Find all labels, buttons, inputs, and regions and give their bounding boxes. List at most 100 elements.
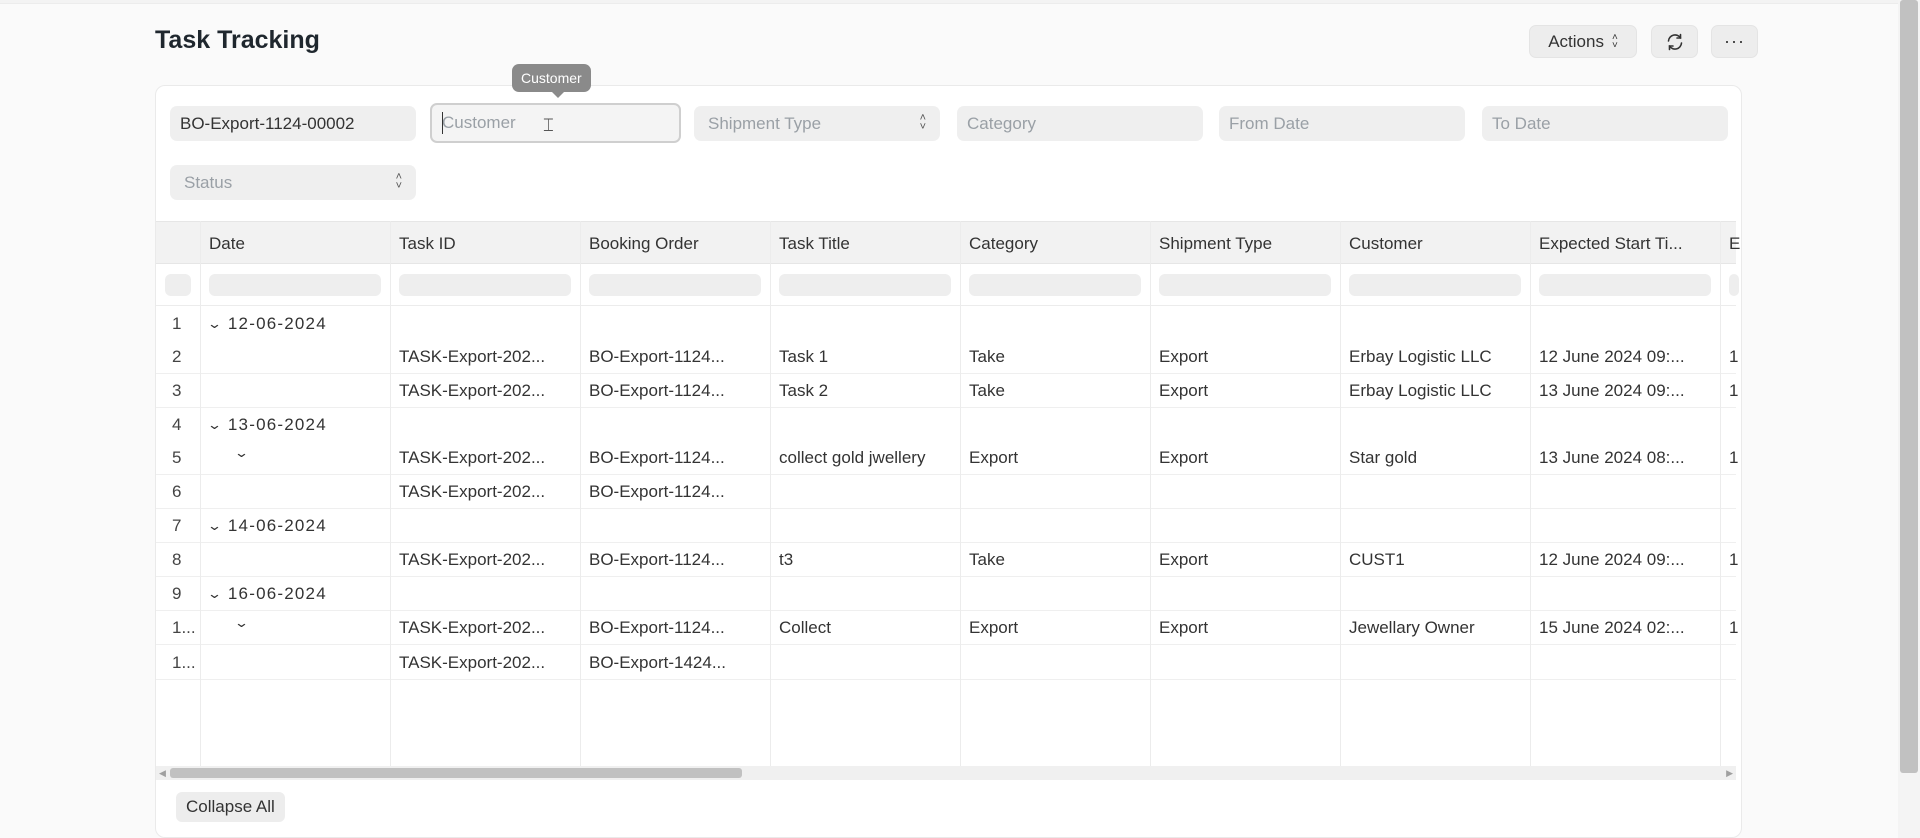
column-header-customer[interactable]: Customer	[1340, 222, 1530, 265]
cell-task-title	[770, 307, 960, 341]
customer-filter-input[interactable]: Customer	[430, 103, 681, 143]
cell-date	[200, 374, 390, 408]
column-header-booking-order[interactable]: Booking Order	[580, 222, 770, 265]
column-filter-date[interactable]	[209, 274, 381, 296]
chevron-down-icon[interactable]: ⌄	[207, 417, 222, 433]
table-row[interactable]: 2 TASK-Export-202... BO-Export-1124... Task…	[156, 340, 1738, 374]
column-header-date[interactable]: Date	[200, 222, 390, 265]
horizontal-scrollbar[interactable]: ◀ ▶	[156, 766, 1736, 780]
cell-expected-start	[1530, 577, 1720, 611]
booking-order-filter[interactable]: BO-Export-1124-00002	[170, 106, 416, 141]
cell-task-id: TASK-Export-202...	[399, 550, 546, 569]
group-row[interactable]: 1 ⌄ 12-06-2024	[156, 307, 1736, 341]
cell-customer	[1340, 577, 1530, 611]
status-select[interactable]: Status ˄ ˅	[170, 165, 416, 200]
column-header-expected-start[interactable]: Expected Start Ti...	[1530, 222, 1720, 265]
row-number: 1...	[172, 653, 196, 672]
cell-booking-order: BO-Export-1124...	[589, 618, 725, 637]
refresh-button[interactable]	[1651, 25, 1698, 58]
scroll-right-icon[interactable]: ▶	[1726, 766, 1733, 780]
refresh-icon	[1667, 33, 1682, 50]
cell-expected-start	[1530, 307, 1720, 341]
column-filter-customer[interactable]	[1349, 274, 1521, 296]
column-divider	[1340, 221, 1341, 766]
column-filter-booking-order[interactable]	[589, 274, 761, 296]
group-row[interactable]: 9 ⌄ 16-06-2024	[156, 577, 1736, 611]
page-title: Task Tracking	[155, 26, 320, 54]
cell-date	[200, 475, 390, 509]
column-header-truncated[interactable]: E	[1720, 222, 1740, 265]
column-divider	[770, 221, 771, 766]
row-number: 5	[172, 448, 182, 467]
cell-shipment-type	[1150, 307, 1340, 341]
row-number: 3	[172, 381, 182, 400]
column-header-task-id[interactable]: Task ID	[390, 222, 580, 265]
cell-category	[960, 475, 1150, 509]
page-vertical-scrollbar[interactable]	[1898, 0, 1920, 838]
cell-task-id: TASK-Export-202...	[399, 381, 546, 400]
chevron-down-icon[interactable]: ⌄	[234, 615, 249, 631]
from-date-filter[interactable]: From Date	[1219, 106, 1465, 141]
chevron-down-icon[interactable]: ⌄	[234, 445, 249, 461]
cell-truncated	[1720, 475, 1740, 509]
cell-booking-order	[580, 408, 770, 442]
column-filter-task-title[interactable]	[779, 274, 951, 296]
column-header-category[interactable]: Category	[960, 222, 1150, 265]
cell-task-id	[390, 408, 580, 442]
column-filter-row	[156, 265, 1739, 306]
cell-shipment-type: Export	[1159, 448, 1209, 467]
cell-category: Take	[969, 550, 1005, 569]
column-filter-truncated[interactable]	[1729, 274, 1739, 296]
cell-booking-order: BO-Export-1124...	[589, 482, 725, 501]
page-scroll-thumb[interactable]	[1900, 0, 1918, 773]
cell-category	[960, 509, 1150, 543]
from-date-placeholder: From Date	[1229, 113, 1310, 133]
group-date-label: 13-06-2024	[227, 415, 327, 434]
cell-expected-start	[1530, 408, 1720, 442]
text-caret	[442, 112, 443, 134]
cell-category: Take	[969, 381, 1005, 400]
cell-shipment-type	[1150, 408, 1340, 442]
column-filter-shipment-type[interactable]	[1159, 274, 1331, 296]
actions-button[interactable]: Actions ˄ ˅	[1529, 25, 1637, 58]
table-row[interactable]: 8 TASK-Export-202... BO-Export-1124... t3 Ta…	[156, 543, 1738, 577]
chevron-down-icon[interactable]: ⌄	[207, 518, 222, 534]
cell-date: ⌄	[200, 441, 390, 475]
category-placeholder: Category	[967, 113, 1036, 133]
to-date-filter[interactable]: To Date	[1482, 106, 1728, 141]
cell-shipment-type: Export	[1159, 550, 1209, 569]
column-filter-category[interactable]	[969, 274, 1141, 296]
table-row[interactable]: 6 TASK-Export-202... BO-Export-1124...	[156, 475, 1736, 509]
table-row[interactable]: 3 TASK-Export-202... BO-Export-1124... Task…	[156, 374, 1738, 408]
column-divider	[1530, 221, 1531, 766]
cell-category: Export	[969, 618, 1019, 637]
cell-task-title	[770, 509, 960, 543]
customer-placeholder: Customer	[442, 113, 516, 132]
booking-order-value: BO-Export-1124-00002	[180, 113, 355, 133]
table-row[interactable]: 1... TASK-Export-202... BO-Export-1424...	[156, 646, 1736, 680]
chevron-down-icon[interactable]: ⌄	[207, 586, 222, 602]
cell-task-title	[770, 475, 960, 509]
group-row[interactable]: 7 ⌄ 14-06-2024	[156, 509, 1736, 543]
cell-booking-order: BO-Export-1124...	[589, 550, 725, 569]
collapse-all-button[interactable]: Collapse All	[176, 792, 285, 822]
cell-truncated	[1720, 509, 1740, 543]
category-filter[interactable]: Category	[957, 106, 1203, 141]
column-header-shipment-type[interactable]: Shipment Type	[1150, 222, 1340, 265]
cell-booking-order: BO-Export-1124...	[589, 448, 725, 467]
table-row[interactable]: 1... ⌄ TASK-Export-202... BO-Export-1124...…	[156, 611, 1738, 645]
group-row[interactable]: 4 ⌄ 13-06-2024	[156, 408, 1736, 442]
table-row[interactable]: 5 ⌄ TASK-Export-202... BO-Export-1124... col…	[156, 441, 1738, 475]
cell-customer: Erbay Logistic LLC	[1349, 381, 1492, 400]
scroll-left-icon[interactable]: ◀	[159, 766, 166, 780]
horizontal-scroll-thumb[interactable]	[170, 768, 742, 778]
column-header-task-title[interactable]: Task Title	[770, 222, 960, 265]
more-button[interactable]: ···	[1711, 25, 1758, 58]
shipment-type-select[interactable]: Shipment Type ˄ ˅	[694, 106, 940, 141]
cell-shipment-type: Export	[1159, 381, 1209, 400]
column-filter-expected-start[interactable]	[1539, 274, 1711, 296]
row-number: 6	[172, 482, 182, 501]
chevron-down-icon[interactable]: ⌄	[207, 316, 222, 332]
column-filter-task-id[interactable]	[399, 274, 571, 296]
select-arrows-icon: ˄ ˅	[395, 171, 402, 192]
